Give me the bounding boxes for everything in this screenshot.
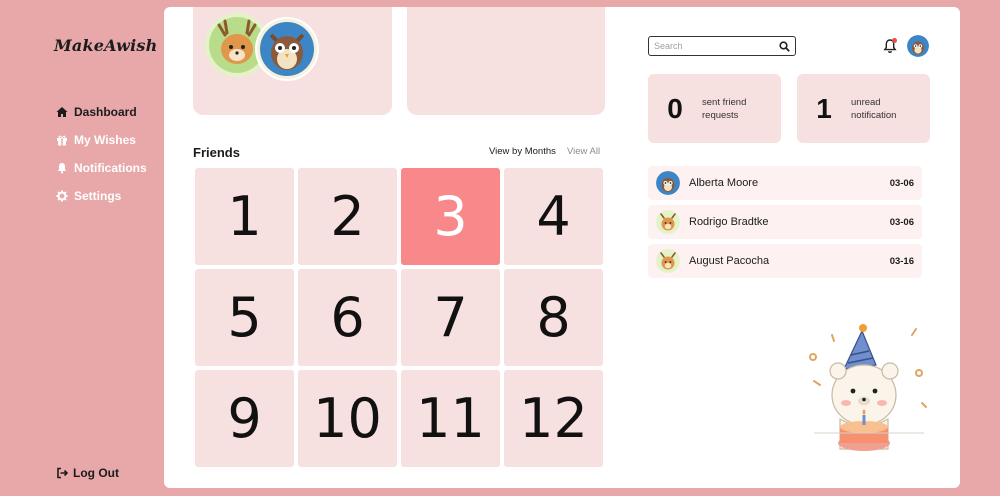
search-input[interactable]	[654, 41, 774, 51]
month-tile-4[interactable]: 4	[504, 168, 603, 265]
logout-label: Log Out	[73, 466, 119, 480]
month-tile-6[interactable]: 6	[298, 269, 397, 366]
owl-avatar	[656, 171, 680, 195]
month-tile-7[interactable]: 7	[401, 269, 500, 366]
wishes-card[interactable]	[407, 7, 605, 115]
friends-title: Friends	[193, 145, 240, 160]
main-panel: Friends View by Months View All 1 2 3 4 …	[164, 7, 960, 488]
list-item[interactable]: August Pacocha 03-16	[648, 244, 922, 278]
friend-request-list: Alberta Moore 03-06 Rodrigo Bradtke 03-0…	[648, 166, 922, 283]
deer-avatar	[656, 210, 680, 234]
month-tile-1[interactable]: 1	[195, 168, 294, 265]
month-tile-5[interactable]: 5	[195, 269, 294, 366]
notification-dot	[892, 38, 897, 43]
gift-icon	[56, 134, 68, 146]
unread-count: 1	[816, 92, 832, 124]
month-tile-12[interactable]: 12	[504, 370, 603, 467]
notification-bell-icon[interactable]	[883, 38, 897, 54]
month-tile-11[interactable]: 11	[401, 370, 500, 467]
sidebar-nav: Dashboard My Wishes Notifications Settin…	[56, 98, 147, 210]
birthday-bear-illustration	[804, 313, 934, 463]
month-tile-2[interactable]: 2	[298, 168, 397, 265]
search-box	[648, 36, 796, 56]
home-icon	[56, 106, 68, 118]
logout-button[interactable]: Log Out	[56, 466, 119, 480]
sidebar-item-dashboard[interactable]: Dashboard	[56, 98, 147, 126]
list-item[interactable]: Alberta Moore 03-06	[648, 166, 922, 200]
month-tile-3[interactable]: 3	[401, 168, 500, 265]
request-name: August Pacocha	[689, 255, 770, 267]
search-icon[interactable]	[779, 40, 790, 52]
request-date: 03-06	[889, 177, 914, 189]
user-avatar[interactable]	[907, 35, 929, 57]
sidebar-item-settings[interactable]: Settings	[56, 182, 147, 210]
bell-icon	[56, 162, 68, 174]
month-tile-10[interactable]: 10	[298, 370, 397, 467]
sent-requests-card[interactable]: 0 sent friend requests	[648, 74, 781, 143]
sidebar-item-label: Settings	[74, 189, 122, 203]
sent-requests-label: sent friend requests	[702, 96, 747, 121]
upcoming-birthdays-card[interactable]	[193, 7, 392, 115]
view-by-months-link[interactable]: View by Months	[489, 146, 556, 157]
request-name: Rodrigo Bradtke	[689, 216, 769, 228]
sent-requests-count: 0	[667, 92, 683, 124]
sidebar-item-my-wishes[interactable]: My Wishes	[56, 126, 147, 154]
request-date: 03-16	[889, 255, 914, 267]
sidebar-item-label: My Wishes	[74, 133, 136, 147]
sidebar-item-notifications[interactable]: Notifications	[56, 154, 147, 182]
month-tile-9[interactable]: 9	[195, 370, 294, 467]
app-logo: MakeAwish	[54, 36, 158, 55]
unread-notifications-card[interactable]: 1 unread notification	[797, 74, 930, 143]
month-tile-8[interactable]: 8	[504, 269, 603, 366]
months-grid: 1 2 3 4 5 6 7 8 9 10 11 12	[195, 168, 605, 467]
unread-label: unread notification	[851, 96, 897, 121]
list-item[interactable]: Rodrigo Bradtke 03-06	[648, 205, 922, 239]
logout-icon	[56, 467, 68, 479]
sidebar-item-label: Dashboard	[74, 105, 137, 119]
deer-avatar	[656, 249, 680, 273]
sidebar-item-label: Notifications	[74, 161, 147, 175]
request-name: Alberta Moore	[689, 177, 759, 189]
view-all-link[interactable]: View All	[567, 146, 600, 157]
owl-avatar	[255, 17, 319, 81]
gear-icon	[56, 190, 68, 202]
request-date: 03-06	[889, 216, 914, 228]
